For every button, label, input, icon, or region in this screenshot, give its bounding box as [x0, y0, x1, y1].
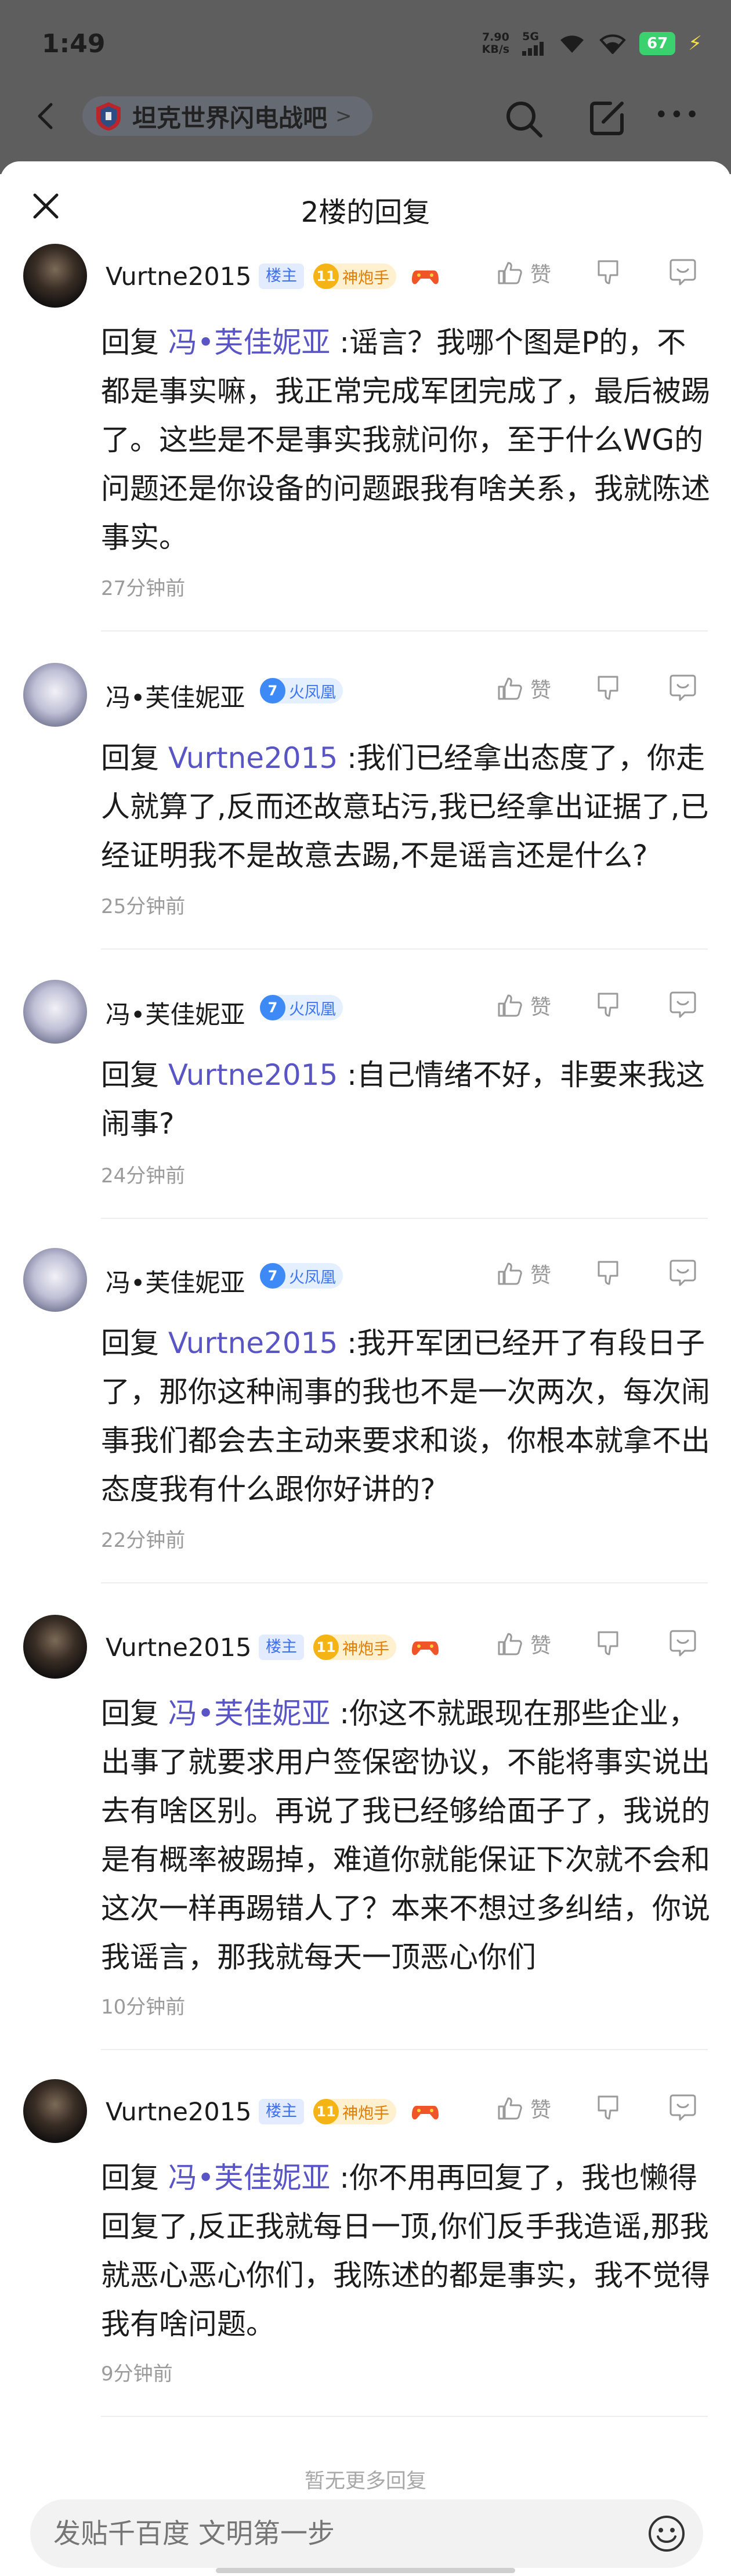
cellular-signal-icon: 5G	[522, 31, 545, 56]
forum-link[interactable]: 坦克世界闪电战吧 >	[82, 96, 372, 136]
username[interactable]: Vurtne2015	[106, 262, 251, 291]
like-button[interactable]: 赞	[497, 1258, 551, 1289]
avatar[interactable]	[23, 244, 87, 308]
reply-comment-icon[interactable]	[667, 1258, 699, 1287]
thumbs-down-icon[interactable]	[594, 1629, 623, 1658]
username[interactable]: 冯•芙佳妮亚	[106, 1263, 245, 1299]
like-button[interactable]: 赞	[497, 673, 551, 703]
level-badge: 7 火凤凰	[260, 678, 343, 703]
reply-comment-icon[interactable]	[667, 1629, 699, 1658]
reply-time: 10分钟前	[101, 1996, 186, 2019]
like-button[interactable]: 赞	[497, 1629, 551, 1659]
sheet-header: 2楼的回复	[0, 161, 731, 248]
reply-body: 回复 冯•芙佳妮亚 :谣言？我哪个图是P的，不都是事实嘛，我正常完成军团完成了，…	[101, 326, 710, 554]
avatar[interactable]	[23, 1248, 87, 1312]
level-badge: 11 神炮手	[313, 1635, 396, 1660]
level-badge: 7 火凤凰	[260, 995, 343, 1020]
thumbs-up-icon	[498, 1262, 522, 1285]
divider	[101, 630, 708, 632]
thumbs-up-icon	[498, 2097, 522, 2120]
reply-input[interactable]	[53, 2499, 634, 2568]
owner-badge: 楼主	[259, 1635, 304, 1660]
reply-comment-icon[interactable]	[667, 2093, 699, 2122]
thumbs-down-icon[interactable]	[594, 258, 623, 287]
reply-time: 22分钟前	[101, 1529, 186, 1552]
divider	[101, 948, 708, 950]
charging-bolt-icon: ⚡	[688, 32, 702, 55]
mention-link[interactable]: 冯•芙佳妮亚	[168, 326, 331, 359]
forum-name: 坦克世界闪电战吧	[132, 103, 328, 132]
sheet-title: 2楼的回复	[301, 196, 430, 229]
search-icon[interactable]	[504, 99, 544, 139]
chevron-right-icon: >	[335, 104, 352, 128]
no-more-replies: 暂无更多回复	[304, 2470, 426, 2493]
like-button[interactable]: 赞	[497, 2093, 551, 2123]
gamepad-icon	[412, 2106, 439, 2120]
reply-time: 9分钟前	[101, 2362, 173, 2386]
reply-body: 回复 冯•芙佳妮亚 :你不用再回复了，我也懒得回复了,反正我就每日一顶,你们反手…	[101, 2161, 710, 2341]
more-options-icon[interactable]: •••	[654, 103, 701, 127]
thumbs-down-icon[interactable]	[594, 2093, 623, 2122]
gamepad-icon	[412, 270, 439, 284]
owner-badge: 楼主	[259, 264, 304, 289]
thumbs-down-icon[interactable]	[594, 673, 623, 702]
thumbs-down-icon[interactable]	[594, 990, 623, 1019]
thumbs-down-icon[interactable]	[594, 1258, 623, 1287]
reply-body: 回复 Vurtne2015 :我们已经拿出态度了，你走人就算了,反而还故意玷污,…	[101, 741, 709, 872]
emoji-icon[interactable]	[647, 2514, 686, 2553]
owner-badge: 楼主	[259, 2099, 304, 2124]
status-time: 1:49	[42, 28, 106, 59]
avatar[interactable]	[23, 980, 87, 1044]
reply-time: 27分钟前	[101, 577, 186, 600]
reply-body: 回复 Vurtne2015 :自己情绪不好，非要来我这闹事?	[101, 1058, 705, 1141]
mention-link[interactable]: 冯•芙佳妮亚	[168, 1697, 331, 1730]
username[interactable]: 冯•芙佳妮亚	[106, 995, 245, 1031]
thumbs-up-icon	[498, 994, 522, 1017]
avatar[interactable]	[23, 1615, 87, 1679]
username[interactable]: Vurtne2015	[106, 2098, 251, 2127]
divider	[101, 1582, 708, 1583]
status-bar: 1:49 7.90 KB/s 5G 67 ⚡	[0, 0, 731, 87]
home-indicator	[216, 2568, 515, 2573]
reply-body: 回复 冯•芙佳妮亚 :你这不就跟现在那些企业，出事了就要求用户签保密协议，不能将…	[101, 1697, 710, 1974]
divider	[101, 2416, 708, 2417]
reply-time: 25分钟前	[101, 895, 186, 918]
thumbs-up-icon	[498, 262, 522, 284]
username[interactable]: 冯•芙佳妮亚	[106, 678, 245, 714]
gamepad-icon	[412, 1641, 439, 1655]
mention-link[interactable]: 冯•芙佳妮亚	[168, 2161, 331, 2195]
level-badge: 11 神炮手	[313, 264, 396, 289]
reply-comment-icon[interactable]	[667, 990, 699, 1019]
level-badge: 11 神炮手	[313, 2099, 396, 2124]
forum-logo-icon	[96, 102, 121, 131]
divider	[101, 1218, 708, 1219]
reply-time: 24分钟前	[101, 1164, 186, 1188]
mention-link[interactable]: Vurtne2015	[168, 741, 338, 775]
top-nav-bar: 坦克世界闪电战吧 > •••	[0, 87, 731, 145]
back-arrow-icon[interactable]	[30, 100, 63, 132]
mention-link[interactable]: Vurtne2015	[168, 1058, 338, 1092]
reply-comment-icon[interactable]	[667, 258, 699, 287]
username[interactable]: Vurtne2015	[106, 1633, 251, 1662]
status-icons: 7.90 KB/s 5G 67 ⚡	[482, 31, 702, 56]
reply-body: 回复 Vurtne2015 :我开军团已经开了有段日子了，那你这种闹事的我也不是…	[101, 1326, 710, 1506]
wifi-icon-secondary	[599, 33, 627, 54]
thumbs-up-icon	[498, 677, 522, 700]
reply-comment-icon[interactable]	[667, 673, 699, 702]
compose-bar	[30, 2499, 703, 2568]
like-button[interactable]: 赞	[497, 258, 551, 288]
edit-post-icon[interactable]	[587, 99, 627, 138]
thumbs-up-icon	[498, 1633, 522, 1655]
avatar[interactable]	[23, 2079, 87, 2143]
level-badge: 7 火凤凰	[260, 1263, 343, 1289]
mention-link[interactable]: Vurtne2015	[168, 1326, 338, 1360]
battery-indicator: 67	[639, 32, 676, 55]
like-button[interactable]: 赞	[497, 990, 551, 1020]
divider	[101, 2049, 708, 2050]
wifi-icon	[558, 33, 586, 54]
net-speed: 7.90 KB/s	[482, 31, 510, 56]
avatar[interactable]	[23, 663, 87, 727]
